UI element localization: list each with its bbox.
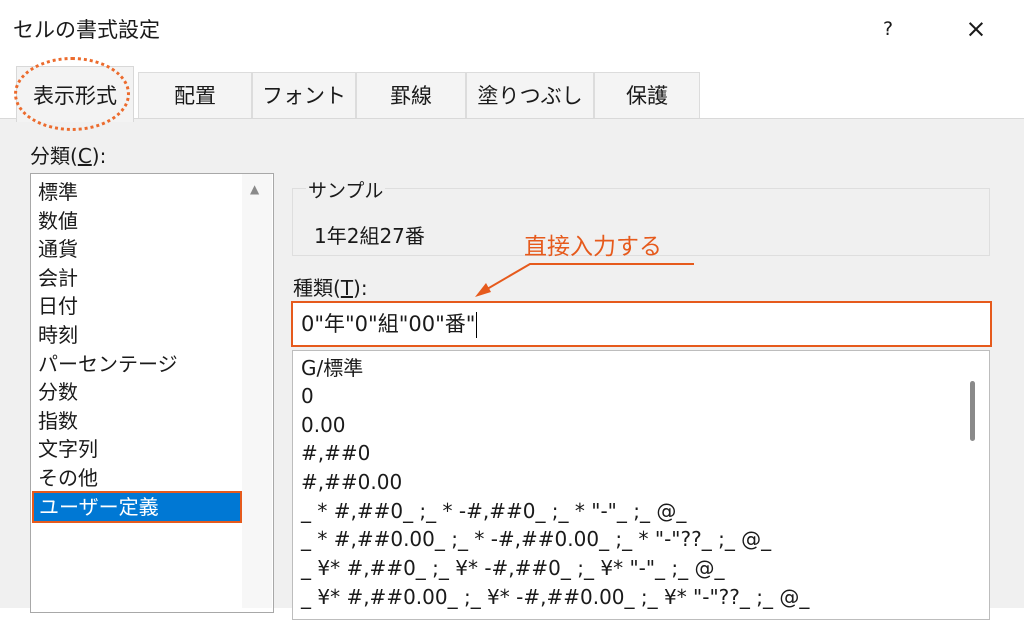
type-label: 種類(T): [293, 276, 368, 300]
category-item-number[interactable]: 数値 [38, 207, 78, 235]
tab-highlight-circle [14, 57, 130, 131]
category-item-fraction[interactable]: 分数 [38, 378, 78, 406]
category-item-scientific[interactable]: 指数 [38, 407, 78, 435]
category-label: 分類(C): [30, 144, 107, 168]
dialog-title: セルの書式設定 [13, 18, 160, 42]
category-item-time[interactable]: 時刻 [38, 321, 78, 349]
category-item-general[interactable]: 標準 [38, 178, 78, 206]
sample-label: サンプル [306, 176, 386, 203]
tab-border[interactable]: 罫線 [356, 72, 466, 118]
scroll-up-arrow-icon[interactable]: ▲ [250, 182, 259, 196]
category-scrollbar[interactable]: ▲ [242, 174, 272, 608]
category-item-special[interactable]: その他 [38, 464, 98, 492]
category-item-custom[interactable]: ユーザー定義 [32, 491, 242, 523]
format-code-input[interactable]: 0"年"0"組"00"番" [291, 301, 992, 347]
help-button[interactable]: ? [870, 14, 906, 44]
category-item-text[interactable]: 文字列 [38, 435, 98, 463]
format-item[interactable]: _ * #,##0_ ;_ * -#,##0_ ;_ * "-"_ ;_ @_ [301, 497, 686, 525]
format-item[interactable]: 0 [301, 382, 314, 410]
format-item[interactable]: #,##0.00 [301, 468, 402, 496]
tab-protection[interactable]: 保護 [594, 72, 700, 118]
format-item[interactable]: _ ¥* #,##0_ ;_ ¥* -#,##0_ ;_ ¥* "-"_ ;_ … [301, 554, 725, 582]
category-item-currency[interactable]: 通貨 [38, 235, 78, 263]
sample-value: 1年2組27番 [314, 224, 425, 248]
tab-font[interactable]: フォント [252, 72, 356, 118]
format-item[interactable]: 0.00 [301, 411, 346, 439]
tab-alignment[interactable]: 配置 [138, 72, 252, 118]
format-scrollbar[interactable] [960, 351, 988, 611]
text-caret [476, 312, 478, 338]
tab-fill[interactable]: 塗りつぶし [466, 72, 594, 118]
category-item-percentage[interactable]: パーセンテージ [38, 350, 178, 378]
title-bar: セルの書式設定 ? × [0, 0, 1024, 58]
format-item[interactable]: G/標準 [301, 354, 363, 382]
annotation-text: 直接入力する [524, 234, 662, 260]
category-item-accounting[interactable]: 会計 [38, 264, 78, 292]
format-list[interactable]: G/標準 0 0.00 #,##0 #,##0.00 _ * #,##0_ ;_… [292, 350, 990, 620]
category-item-date[interactable]: 日付 [38, 292, 78, 320]
scrollbar-thumb[interactable] [970, 381, 975, 441]
format-item[interactable]: #,##0 [301, 439, 370, 467]
category-list[interactable]: 標準 数値 通貨 会計 日付 時刻 パーセンテージ 分数 指数 文字列 その他 … [30, 173, 274, 613]
close-button[interactable]: × [958, 13, 994, 45]
format-item[interactable]: _ * #,##0.00_ ;_ * -#,##0.00_ ;_ * "-"??… [301, 525, 771, 553]
